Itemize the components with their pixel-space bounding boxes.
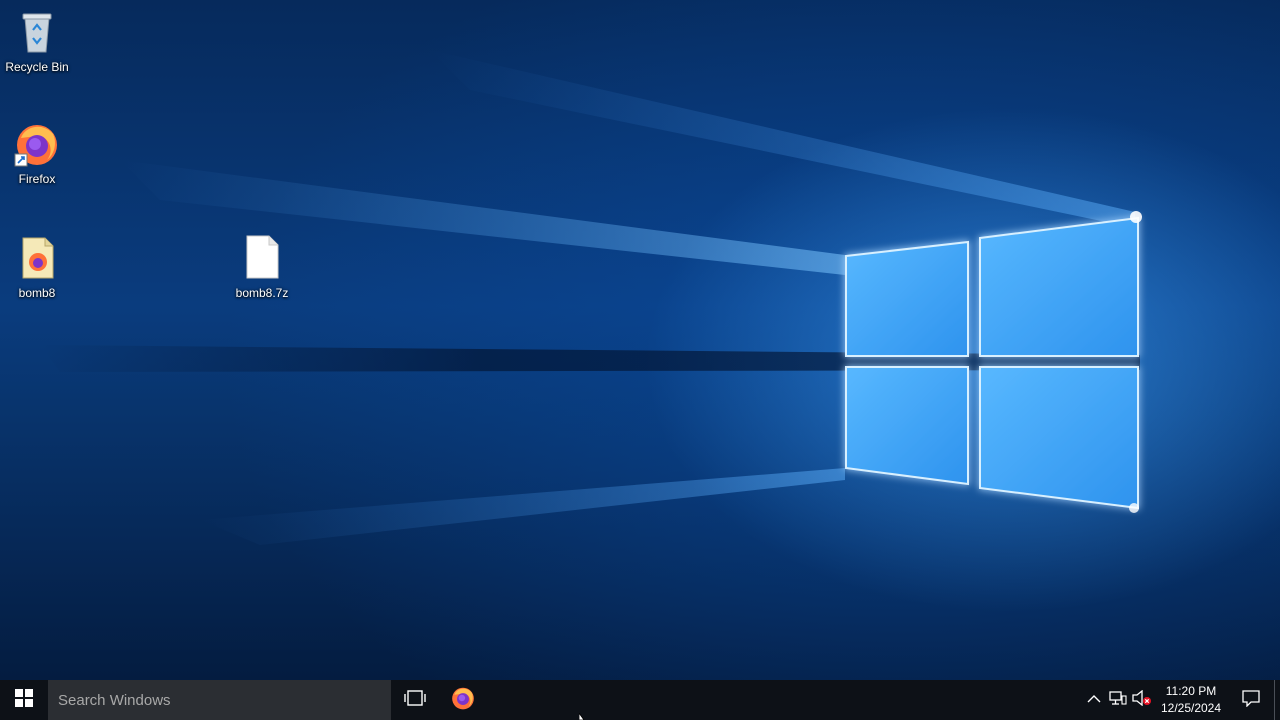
show-hidden-icons-button[interactable] bbox=[1082, 680, 1106, 720]
desktop: Recycle Bin Firefox bomb8 bomb8.7z bbox=[0, 0, 1280, 680]
notification-icon bbox=[1242, 689, 1260, 712]
recycle-bin-icon bbox=[13, 8, 61, 56]
desktop-icon-bomb8[interactable]: bomb8 bbox=[0, 234, 74, 300]
show-desktop-button[interactable] bbox=[1274, 680, 1280, 720]
desktop-icon-firefox[interactable]: Firefox bbox=[0, 120, 74, 186]
html-file-icon bbox=[13, 234, 61, 282]
search-input[interactable] bbox=[56, 690, 380, 710]
wallpaper-windows-logo bbox=[845, 211, 1142, 513]
desktop-icon-label: Recycle Bin bbox=[5, 60, 69, 74]
desktop-icon-bomb8-7z[interactable]: bomb8.7z bbox=[225, 234, 299, 300]
desktop-icon-label: Firefox bbox=[18, 172, 56, 186]
mouse-cursor-icon bbox=[579, 713, 585, 720]
clock[interactable]: 11:20 PM 12/25/2024 bbox=[1154, 680, 1228, 720]
chevron-up-icon bbox=[1087, 691, 1101, 709]
volume-muted-icon bbox=[1132, 689, 1152, 711]
desktop-icon-label: bomb8.7z bbox=[235, 286, 289, 300]
firefox-icon bbox=[13, 120, 61, 168]
system-tray: 11:20 PM 12/25/2024 bbox=[1082, 680, 1280, 720]
windows-logo-icon bbox=[15, 688, 33, 712]
task-view-button[interactable] bbox=[391, 680, 439, 720]
desktop-icon-label: bomb8 bbox=[18, 286, 56, 300]
taskbar-app-firefox[interactable] bbox=[439, 680, 487, 720]
clock-time: 11:20 PM bbox=[1165, 684, 1217, 698]
action-center-button[interactable] bbox=[1228, 680, 1274, 720]
blank-file-icon bbox=[238, 234, 286, 282]
volume-button[interactable] bbox=[1130, 680, 1154, 720]
start-button[interactable] bbox=[0, 680, 48, 720]
network-button[interactable] bbox=[1106, 680, 1130, 720]
desktop-icon-recycle-bin[interactable]: Recycle Bin bbox=[0, 8, 74, 74]
network-icon bbox=[1109, 690, 1127, 711]
search-box[interactable] bbox=[48, 680, 391, 720]
taskbar: 11:20 PM 12/25/2024 bbox=[0, 680, 1280, 720]
firefox-icon bbox=[450, 685, 476, 716]
task-view-icon bbox=[404, 689, 426, 712]
clock-date: 12/25/2024 bbox=[1160, 701, 1222, 715]
